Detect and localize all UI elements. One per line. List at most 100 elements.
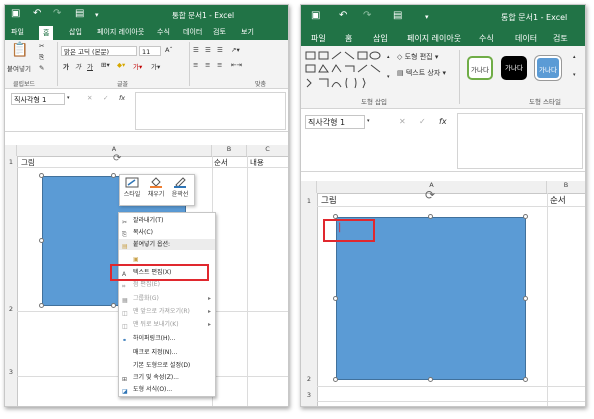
enter-icon[interactable]: ✓	[419, 117, 426, 126]
phonetic-icon[interactable]: 가▾	[151, 61, 160, 71]
shape-style-blue[interactable]: 가나다	[535, 56, 561, 80]
quick-access-icon[interactable]: ▤	[75, 8, 84, 19]
font-size-combo[interactable]: 11	[139, 46, 161, 56]
row-header-3[interactable]: 3	[5, 368, 17, 376]
column-header-c[interactable]: C	[247, 145, 288, 156]
undo-icon[interactable]: ↶	[33, 8, 41, 19]
menu-item-set-default-shape[interactable]: 기본 도형으로 설정(D)	[119, 360, 215, 371]
row-header-2[interactable]: 2	[5, 305, 17, 313]
paste-icon[interactable]: 📋	[11, 42, 28, 58]
row-header-1[interactable]: 1	[5, 158, 17, 166]
tab-review[interactable]: 검토	[213, 27, 226, 37]
style-gallery-down-icon[interactable]: ▾	[573, 72, 576, 78]
menu-item-bring-to-front[interactable]: ◫ 맨 앞으로 가져오기(R) ▸	[119, 306, 215, 317]
font-name-combo[interactable]: 맑은 고딕 (본문)	[61, 46, 137, 56]
cancel-icon[interactable]: ✕	[399, 117, 406, 126]
column-header-b[interactable]: B	[212, 145, 247, 156]
resize-handle[interactable]	[428, 214, 433, 219]
underline-button[interactable]: 가	[87, 61, 93, 71]
resize-handle[interactable]	[39, 238, 44, 243]
align-right-icon[interactable]: ≡	[217, 61, 222, 69]
rotate-handle-icon[interactable]: ⟳	[113, 153, 121, 164]
align-center-icon[interactable]: ≡	[205, 61, 210, 69]
fx-icon[interactable]: fx	[119, 94, 125, 102]
align-top-icon[interactable]: ☰	[193, 46, 199, 54]
resize-handle[interactable]	[111, 303, 116, 308]
tab-data[interactable]: 데이터	[515, 33, 537, 44]
name-box-dropdown-icon[interactable]: ▾	[367, 118, 370, 124]
menu-item-send-to-back[interactable]: ◫ 맨 뒤로 보내기(K) ▸	[119, 319, 215, 330]
fill-button[interactable]: 채우기	[146, 177, 166, 198]
cell-b1[interactable]: 순서	[550, 194, 566, 206]
outline-button[interactable]: 윤곽선	[170, 177, 190, 198]
customize-toolbar-icon[interactable]: ▾	[425, 13, 429, 21]
shape-style-outline-green[interactable]: 가나다	[467, 56, 493, 80]
gallery-more-icon[interactable]: ▾	[387, 74, 390, 80]
resize-handle[interactable]	[523, 296, 528, 301]
menu-item-paste-option[interactable]: ▣	[119, 251, 215, 265]
cell-a1[interactable]: 그림	[21, 157, 35, 168]
tab-insert[interactable]: 삽입	[69, 27, 82, 37]
select-all-corner[interactable]	[5, 145, 17, 156]
formula-input[interactable]	[457, 113, 583, 169]
font-color-icon[interactable]: 가▾	[133, 61, 142, 71]
indent-icon[interactable]: ⇤⇥	[231, 61, 242, 69]
cell-a1[interactable]: 그림	[321, 194, 337, 206]
align-middle-icon[interactable]: ☰	[205, 46, 211, 54]
row-header-3[interactable]: 3	[301, 391, 317, 399]
rotate-handle-icon[interactable]: ⟳	[425, 188, 435, 202]
align-bottom-icon[interactable]: ☰	[217, 46, 223, 54]
align-left-icon[interactable]: ≡	[193, 61, 198, 69]
text-box-button[interactable]: ▤ 텍스트 상자 ▾	[397, 68, 446, 78]
tab-home[interactable]: 홈	[39, 26, 54, 40]
tab-insert[interactable]: 삽입	[373, 33, 388, 44]
menu-item-cut[interactable]: ✂ 잘라내기(T)	[119, 215, 215, 226]
redo-icon[interactable]: ↷	[53, 8, 61, 19]
tab-formulas[interactable]: 수식	[479, 33, 494, 44]
save-icon[interactable]: ▣	[11, 8, 20, 19]
tab-review[interactable]: 검토	[553, 33, 568, 44]
gallery-scroll-icon[interactable]: ▴	[387, 54, 390, 60]
cancel-icon[interactable]: ✕	[87, 94, 92, 102]
menu-item-assign-macro[interactable]: 매크로 지정(N)...	[119, 347, 215, 358]
resize-handle[interactable]	[523, 214, 528, 219]
cell-b1[interactable]: 순서	[214, 157, 228, 168]
tab-file[interactable]: 파일	[11, 27, 24, 37]
borders-icon[interactable]: ⊞▾	[101, 61, 110, 69]
style-gallery-up-icon[interactable]: ▴	[573, 54, 576, 60]
menu-item-hyperlink[interactable]: ⚭ 하이퍼링크(H)...	[119, 333, 215, 344]
formula-input[interactable]	[135, 92, 286, 130]
save-icon[interactable]: ▣	[311, 10, 320, 21]
quick-access-icon[interactable]: ▤	[393, 10, 402, 21]
name-box[interactable]: 직사각형 1	[11, 93, 65, 105]
name-box[interactable]: 직사각형 1	[305, 115, 365, 129]
edit-shape-button[interactable]: ◇ 도형 편집 ▾	[397, 52, 438, 62]
row-header-2[interactable]: 2	[301, 375, 317, 383]
tab-view[interactable]: 보기	[241, 27, 254, 37]
resize-handle[interactable]	[428, 377, 433, 382]
resize-handle[interactable]	[39, 173, 44, 178]
row-header-1[interactable]: 1	[301, 197, 317, 205]
shapes-gallery[interactable]	[305, 50, 385, 90]
italic-button[interactable]: 가	[75, 61, 81, 71]
cut-icon[interactable]: ✂	[39, 42, 44, 50]
resize-handle[interactable]	[333, 296, 338, 301]
orientation-icon[interactable]: ↗▾	[231, 46, 240, 54]
cell-c1[interactable]: 내용	[250, 157, 264, 168]
menu-item-size-properties[interactable]: ⊞ 크기 및 속성(Z)...	[119, 372, 215, 383]
grow-font-icon[interactable]: Aˆ	[165, 46, 173, 54]
resize-handle[interactable]	[523, 377, 528, 382]
redo-icon[interactable]: ↷	[363, 10, 371, 21]
tab-formulas[interactable]: 수식	[157, 27, 170, 37]
tab-home[interactable]: 홈	[345, 33, 352, 44]
select-all-corner[interactable]	[301, 181, 317, 193]
tab-page-layout[interactable]: 페이지 레이아웃	[407, 33, 461, 44]
fx-icon[interactable]: fx	[439, 117, 447, 126]
tab-page-layout[interactable]: 페이지 레이아웃	[97, 27, 144, 37]
column-header-b[interactable]: B	[547, 181, 585, 193]
copy-icon[interactable]: ⎘	[39, 53, 44, 62]
resize-handle[interactable]	[39, 303, 44, 308]
customize-toolbar-icon[interactable]: ▾	[95, 11, 99, 19]
name-box-dropdown-icon[interactable]: ▾	[67, 95, 70, 101]
tab-data[interactable]: 데이터	[183, 27, 202, 37]
